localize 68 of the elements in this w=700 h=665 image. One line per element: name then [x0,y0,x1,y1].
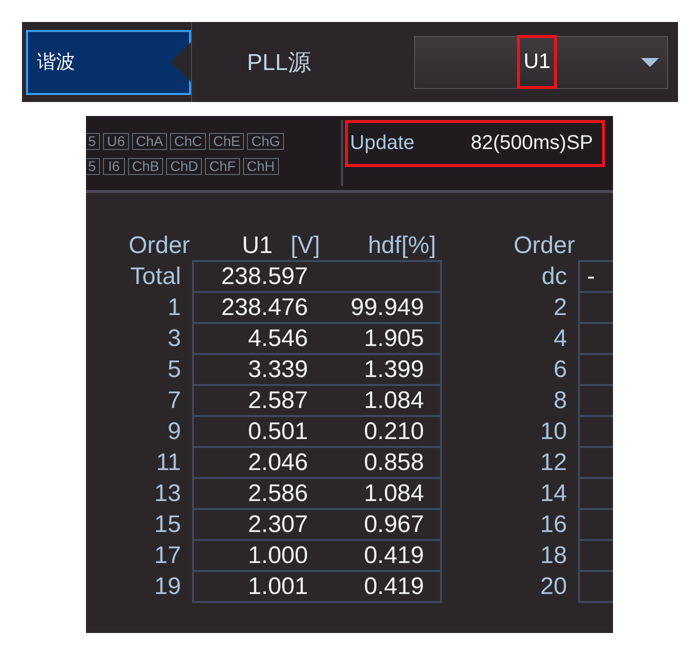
order-label: 17 [153,541,182,571]
pll-source-label: PLL源 [247,48,311,76]
table-cell-text: 99.949 [350,293,425,322]
order-label: 4 [552,324,568,354]
channel-indicator: ChB [128,158,164,175]
order-label: 6 [552,355,568,385]
order-label: 9 [166,417,182,447]
table-cell-text: 1.000 [246,541,309,570]
table-cell-text: 4.546 [246,324,309,353]
order-label: 10 [539,417,568,447]
table-cell-text: 3.339 [246,355,309,384]
table-cell-text: 1.905 [362,324,425,353]
table-cell-text: 0.419 [362,541,425,570]
order-label: dc [540,262,568,292]
channel-indicator: ChE [209,133,244,150]
caret-icon [641,58,659,66]
table-cell-text: 0.858 [362,448,425,477]
table-cell-text: 238.476 [220,293,309,322]
column-header: U1 [242,232,273,260]
table-cell-text: 238.597 [220,262,309,291]
order-label: 15 [153,510,182,540]
channel-indicator: ChG [247,133,284,150]
channel-indicator: 5 [86,158,100,175]
order-label: 8 [552,386,568,416]
order-label: 12 [539,448,568,478]
order-label: 7 [166,386,182,416]
pll-source-dropdown[interactable]: U1 [414,36,668,88]
update-label: Update [350,132,414,155]
table-cell-text: 2.046 [246,448,309,477]
channel-indicator: I6 [103,158,125,175]
order-label: 1 [166,293,182,323]
order-label: 11 [155,448,182,478]
order-label: 20 [539,572,568,602]
column-header: Order [512,232,576,260]
table-cell-text: 1.084 [362,479,425,508]
channel-indicator: ChD [166,158,202,175]
table-cell-text: 1.399 [362,355,425,384]
order-label: 3 [166,324,182,354]
unit-label: [V] [290,232,320,260]
column-header: hdf[%] [368,232,436,260]
channel-indicator: ChA [132,133,168,150]
order-label: 2 [552,293,568,323]
table-cell-text: 2.586 [246,479,309,508]
update-value: 82(500ms)SP [470,132,593,155]
table-cell-text: 1.001 [246,572,309,601]
channel-indicator: ChF [205,158,240,175]
channel-indicator: ChH [242,158,279,175]
harmonics-tab[interactable]: 谐波 [26,30,191,94]
order-label: 16 [539,510,568,540]
order-label: 13 [153,479,182,509]
channel-indicator: ChC [170,133,206,150]
order-label: 5 [166,355,182,385]
column-header: Order [128,232,191,260]
order-label: 19 [153,572,182,602]
table-cell-text: 1.084 [362,386,425,415]
channel-indicator: 5 [86,133,100,150]
table-cell-text: 0.501 [246,417,309,446]
table-cell-text: - [586,262,595,291]
channel-indicator: U6 [103,133,129,150]
table-cell-text: 0.210 [362,417,425,446]
order-label: Total [129,262,182,292]
table-cell-text: 2.307 [246,510,309,539]
table-cell-text: 0.419 [362,572,425,601]
order-label: 18 [539,541,568,571]
data-row [578,570,613,603]
table-cell-text: 2.587 [246,386,309,415]
order-label: 14 [539,479,568,509]
table-cell-text: 0.967 [362,510,425,539]
